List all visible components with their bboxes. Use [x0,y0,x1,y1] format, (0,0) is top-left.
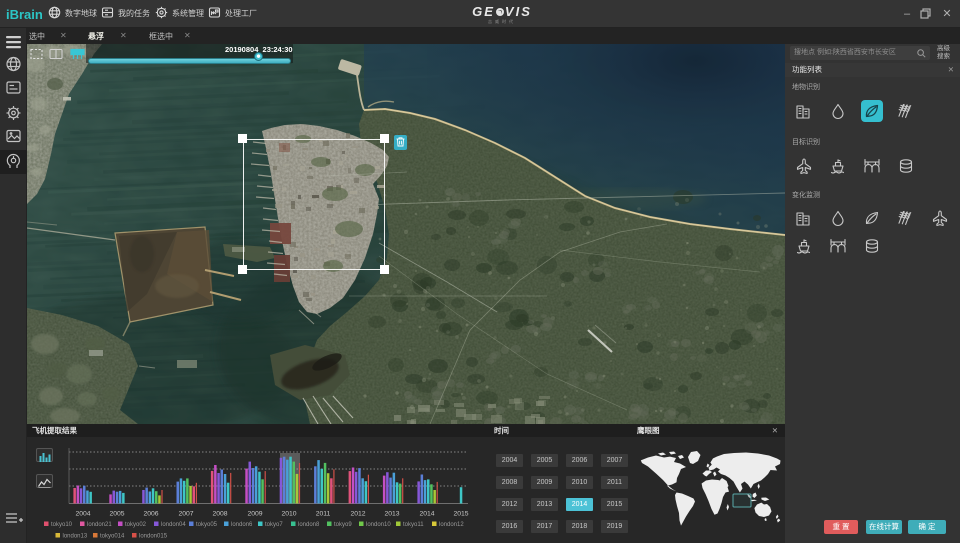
svg-text:london04: london04 [161,522,186,528]
svg-text:tokyo014: tokyo014 [100,534,125,540]
svg-text:london12: london12 [439,522,464,528]
svg-text:london10: london10 [366,522,391,528]
svg-text:2006: 2006 [143,511,158,518]
svg-text:2009: 2009 [247,511,262,518]
svg-text:tokyo11: tokyo11 [403,522,424,528]
svg-text:2007: 2007 [178,511,193,518]
svg-text:2014: 2014 [419,511,434,518]
svg-text:2008: 2008 [212,511,227,518]
svg-text:tokyo7: tokyo7 [265,522,283,528]
svg-text:2010: 2010 [281,511,296,518]
svg-text:2015: 2015 [453,511,468,518]
svg-text:london6: london6 [231,522,253,528]
svg-text:london13: london13 [63,534,88,540]
svg-text:tokyo02: tokyo02 [125,522,147,528]
svg-text:2004: 2004 [75,511,90,518]
svg-text:2011: 2011 [316,511,331,518]
svg-text:tokyo9: tokyo9 [334,522,352,528]
svg-text:tokyo05: tokyo05 [196,522,218,528]
svg-text:london015: london015 [139,534,168,540]
svg-text:2005: 2005 [109,511,124,518]
svg-text:london21: london21 [87,522,112,528]
svg-text:2012: 2012 [350,511,365,518]
svg-text:london8: london8 [298,522,320,528]
svg-text:2013: 2013 [384,511,399,518]
svg-text:tokyo10: tokyo10 [51,522,73,528]
